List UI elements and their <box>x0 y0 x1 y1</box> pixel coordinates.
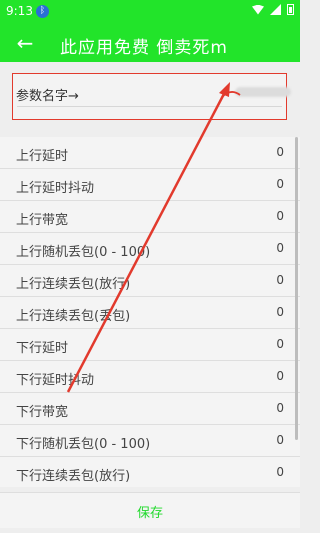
param-name-field[interactable]: 参数名字→ <box>12 73 291 120</box>
param-row[interactable]: 上行连续丢包(丢包) 0 <box>0 297 300 329</box>
status-icons <box>252 4 294 15</box>
save-button[interactable]: 保存 <box>0 502 300 521</box>
status-time: 9:13 <box>6 4 33 18</box>
param-name-value[interactable] <box>235 87 291 97</box>
param-row-value: 0 <box>276 273 284 287</box>
back-arrow-icon[interactable]: ← <box>12 30 38 56</box>
param-row-name: 上行随机丢包(0 - 100) <box>16 245 151 260</box>
status-bar: 9:13 ᛒ <box>0 0 300 24</box>
param-name-label: 参数名字→ <box>16 89 79 104</box>
param-row-name: 上行延时 <box>16 149 69 164</box>
param-row[interactable]: 下行延时抖动 0 <box>0 361 300 393</box>
app-bar: ← 此应用免费 倒卖死m <box>0 24 300 62</box>
param-row-name: 下行延时抖动 <box>16 373 95 388</box>
param-row-value: 0 <box>276 465 284 479</box>
param-row-name: 下行连续丢包(放行) <box>16 469 131 484</box>
param-row[interactable]: 下行随机丢包(0 - 100) 0 <box>0 425 300 457</box>
param-row-value: 0 <box>276 209 284 223</box>
param-row-value: 0 <box>276 145 284 159</box>
param-row-name: 下行带宽 <box>16 405 69 420</box>
param-row-name: 下行延时 <box>16 341 69 356</box>
wifi-icon <box>252 4 264 15</box>
signal-icon <box>270 4 281 15</box>
param-row[interactable]: 上行随机丢包(0 - 100) 0 <box>0 233 300 265</box>
battery-icon <box>287 4 294 15</box>
page-title: 此应用免费 倒卖死m <box>60 38 228 58</box>
param-row[interactable]: 下行连续丢包(放行) 0 <box>0 457 300 487</box>
param-row-value: 0 <box>276 433 284 447</box>
param-row[interactable]: 下行带宽 0 <box>0 393 300 425</box>
param-row[interactable]: 上行带宽 0 <box>0 201 300 233</box>
param-row[interactable]: 上行延时抖动 0 <box>0 169 300 201</box>
param-row[interactable]: 上行连续丢包(放行) 0 <box>0 265 300 297</box>
param-row-name: 上行连续丢包(丢包) <box>16 309 131 324</box>
param-row-name: 上行带宽 <box>16 213 69 228</box>
input-underline <box>17 106 282 107</box>
param-row-value: 0 <box>276 305 284 319</box>
param-row-value: 0 <box>276 337 284 351</box>
bluetooth-icon: ᛒ <box>36 5 49 18</box>
param-row-value: 0 <box>276 241 284 255</box>
param-row-name: 上行延时抖动 <box>16 181 95 196</box>
save-bar: 保存 <box>0 492 300 528</box>
param-row-value: 0 <box>276 369 284 383</box>
list-scrollbar[interactable] <box>295 137 298 440</box>
param-row-value: 0 <box>276 401 284 415</box>
param-row-value: 0 <box>276 177 284 191</box>
param-row-name: 下行随机丢包(0 - 100) <box>16 437 151 452</box>
param-row-name: 上行连续丢包(放行) <box>16 277 131 292</box>
param-row[interactable]: 下行延时 0 <box>0 329 300 361</box>
param-row[interactable]: 上行延时 0 <box>0 137 300 169</box>
params-list[interactable]: 上行延时 0 上行延时抖动 0 上行带宽 0 上行随机丢包(0 - 100) 0 上行连续丢包(… <box>0 137 300 487</box>
